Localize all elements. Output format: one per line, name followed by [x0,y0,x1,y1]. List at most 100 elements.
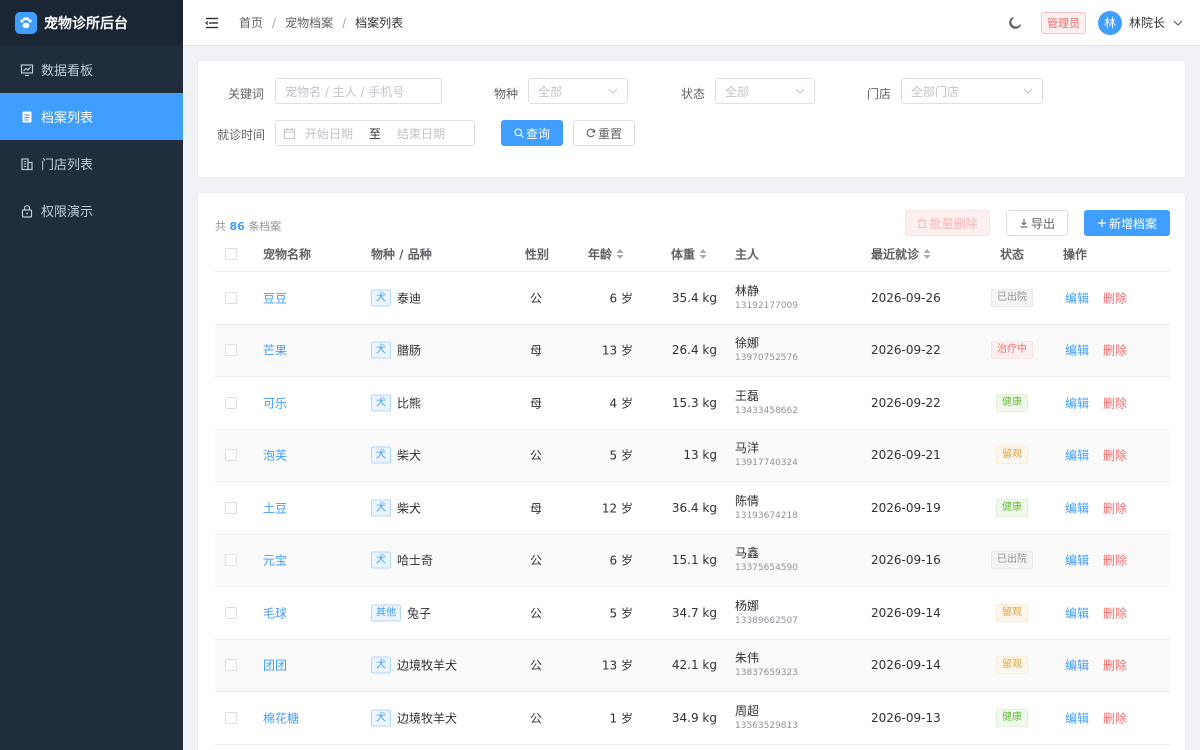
status-badge: 留观 [996,656,1028,675]
edit-button[interactable]: 编辑 [1065,552,1089,569]
pet-name-link[interactable]: 土豆 [263,499,287,516]
owner-cell: 徐娜 13970752576 [735,335,798,365]
gender-cell: 母 [530,343,543,358]
pet-name-link[interactable]: 芒果 [263,342,287,359]
query-button[interactable]: 查询 [501,120,563,146]
building-icon [20,157,34,171]
column-header-actions: 操作 [1063,247,1088,261]
status-badge: 健康 [996,498,1028,517]
species-select[interactable]: 全部 [528,78,628,104]
edit-button[interactable]: 编辑 [1065,657,1089,674]
edit-button[interactable]: 编辑 [1065,499,1089,516]
search-icon [514,128,524,138]
breadcrumb-home[interactable]: 首页 [239,14,263,31]
weight-cell: 15.3 kg [671,395,717,410]
pet-name-link[interactable]: 豆豆 [263,289,287,306]
sort-icon [699,248,707,259]
column-header-age[interactable]: 年龄 [588,245,624,262]
table-header: 宠物名称 物种 / 品种 性别 年龄 体重 主人 最近就诊 状态 操作 [215,236,1170,272]
species-tag: 犬 [371,551,391,569]
weight-cell: 36.4 kg [671,500,717,515]
edit-button[interactable]: 编辑 [1065,394,1089,411]
date-range-picker[interactable]: 开始日期 至 结束日期 [275,120,475,146]
export-button[interactable]: 导出 [1006,210,1068,236]
table-row: 土豆 犬柴犬 母 12 岁 36.4 kg 陈倩 13193674218 2026-09-19… [215,482,1170,535]
pet-name-link[interactable]: 元宝 [263,552,287,569]
breed-text: 比熊 [397,396,422,411]
row-checkbox[interactable] [225,291,237,304]
edit-button[interactable]: 编辑 [1065,447,1089,464]
sidebar-item-permissions[interactable]: 权限演示 [0,187,183,234]
sidebar-item-stores[interactable]: 门店列表 [0,140,183,187]
status-select[interactable]: 全部 [715,78,815,104]
species-breed-cell: 其他 兔子 [371,604,431,622]
store-select[interactable]: 全部门店 [901,78,1043,104]
pet-name-link[interactable]: 可乐 [263,394,287,411]
status-badge: 健康 [996,708,1028,727]
delete-button[interactable]: 删除 [1103,394,1127,411]
edit-button[interactable]: 编辑 [1065,604,1089,621]
keyword-input[interactable]: 宠物名 / 主人 / 手机号 [275,78,442,104]
last-visit-cell: 2026-09-19 [871,500,941,515]
breadcrumb-separator: / [272,15,277,30]
gender-cell: 公 [530,448,543,463]
pet-name-link[interactable]: 团团 [263,657,287,674]
column-header-owner: 主人 [735,247,760,261]
edit-button[interactable]: 编辑 [1065,289,1089,306]
pet-name-link[interactable]: 棉花糖 [263,709,299,726]
pet-name-link[interactable]: 泡芙 [263,447,287,464]
breadcrumb-pet-records[interactable]: 宠物档案 [285,14,333,31]
column-header-last-visit[interactable]: 最近就诊 [871,245,931,262]
row-checkbox[interactable] [225,711,237,724]
row-checkbox[interactable] [225,396,237,409]
edit-button[interactable]: 编辑 [1065,342,1089,359]
date-end-input[interactable]: 结束日期 [397,125,445,142]
keyword-label: 关键词 [228,87,265,101]
sidebar-item-records[interactable]: 档案列表 [0,93,183,140]
delete-button[interactable]: 删除 [1103,499,1127,516]
delete-button[interactable]: 删除 [1103,709,1127,726]
column-header-weight[interactable]: 体重 [671,245,707,262]
sidebar-item-dashboard[interactable]: 数据看板 [0,46,183,93]
batch-delete-button[interactable]: 批量删除 [905,210,990,236]
add-record-button[interactable]: 新增档案 [1084,210,1170,236]
table-row: 元宝 犬哈士奇 公 6 岁 15.1 kg 马鑫 13375654590 2026-09-16… [215,534,1170,587]
owner-name: 徐娜 [735,336,760,351]
dashboard-icon [20,63,34,77]
chevron-down-icon[interactable] [1173,20,1183,26]
delete-button[interactable]: 删除 [1103,657,1127,674]
delete-button[interactable]: 删除 [1103,447,1127,464]
edit-button[interactable]: 编辑 [1065,709,1089,726]
row-checkbox[interactable] [225,606,237,619]
owner-phone: 13375654590 [735,563,798,574]
user-name[interactable]: 林院长 [1129,14,1165,31]
row-checkbox[interactable] [225,501,237,514]
breed-text: 腊肠 [397,343,422,358]
delete-button[interactable]: 删除 [1103,289,1127,306]
weight-cell: 15.1 kg [671,553,717,568]
row-checkbox[interactable] [225,554,237,567]
breadcrumb-separator: / [342,15,347,30]
delete-button[interactable]: 删除 [1103,342,1127,359]
pet-name-link[interactable]: 毛球 [263,604,287,621]
delete-button[interactable]: 删除 [1103,552,1127,569]
reset-button[interactable]: 重置 [573,120,635,146]
species-tag: 犬 [371,341,391,359]
table-body: 豆豆犬泰迪公 6 岁 35.4 kg 林静 13192177009 2026-09-26 已… [215,272,1170,745]
row-checkbox[interactable] [225,659,237,672]
menu-toggle-icon[interactable] [205,17,219,29]
column-header-species: 物种 / 品种 [371,247,432,261]
date-start-input[interactable]: 开始日期 [305,125,353,142]
owner-phone: 13917740324 [735,458,798,469]
moon-icon[interactable] [1008,15,1023,30]
delete-button[interactable]: 删除 [1103,604,1127,621]
avatar[interactable]: 林 [1097,10,1122,35]
weight-cell: 42.1 kg [671,658,717,673]
table-row: 豆豆 犬泰迪 公 6 岁 35.4 kg 林静 13192177009 2026-09-26 已… [215,272,1170,325]
row-checkbox[interactable] [225,449,237,462]
select-all-checkbox[interactable] [225,247,237,260]
species-breed-cell: 犬比熊 [371,394,422,412]
row-checkbox[interactable] [225,344,237,357]
status-badge: 留观 [996,446,1028,465]
species-breed-cell: 犬哈士奇 [371,551,433,569]
